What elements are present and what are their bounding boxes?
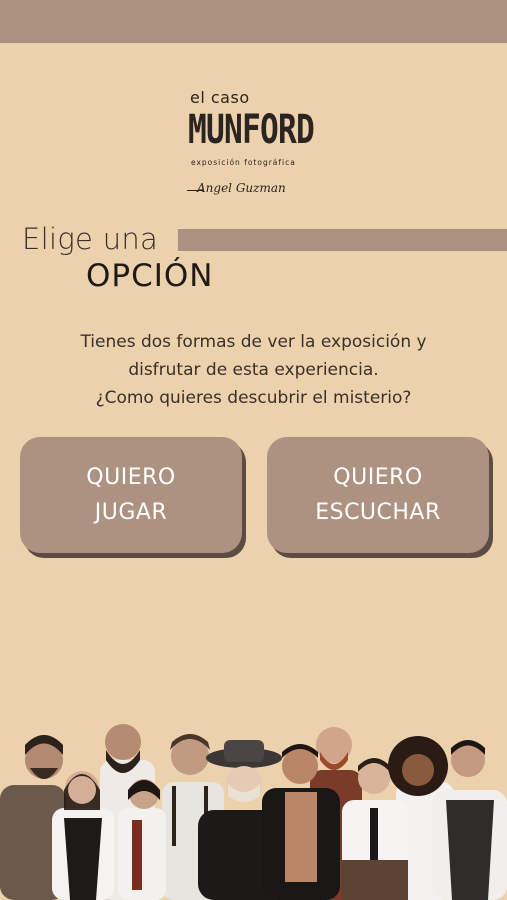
play-option-button[interactable]: QUIERO JUGAR [20, 437, 242, 553]
play-button-line-2: JUGAR [94, 500, 168, 525]
intro-line-3: ¿Como quieres descubrir el misterio? [95, 388, 412, 408]
listen-button-line-1: QUIERO [333, 465, 423, 490]
exhibition-logo: el caso MUNFORD exposición fotográfica A… [185, 88, 325, 200]
heading-line-1: Elige una [22, 222, 159, 256]
logo-main-text: MUNFORD [188, 107, 315, 153]
play-button-line-1: QUIERO [86, 465, 176, 490]
heading-stripe [178, 229, 507, 251]
listen-option-button[interactable]: QUIERO ESCUCHAR [267, 437, 489, 553]
intro-text: Tienes dos formas de ver la exposición y… [0, 328, 507, 412]
intro-line-1: Tienes dos formas de ver la exposición y [80, 332, 427, 352]
logo-subtitle: exposición fotográfica [191, 158, 296, 167]
heading-line-2: OPCIÓN [86, 258, 214, 294]
listen-button-line-2: ESCUCHAR [315, 500, 441, 525]
cast-group-photo [0, 700, 507, 900]
top-bar [0, 0, 507, 43]
intro-line-2: disfrutar de esta experiencia. [128, 360, 379, 380]
photographer-signature: Angel Guzman [197, 181, 286, 195]
logo-small-text: el caso [190, 88, 250, 107]
